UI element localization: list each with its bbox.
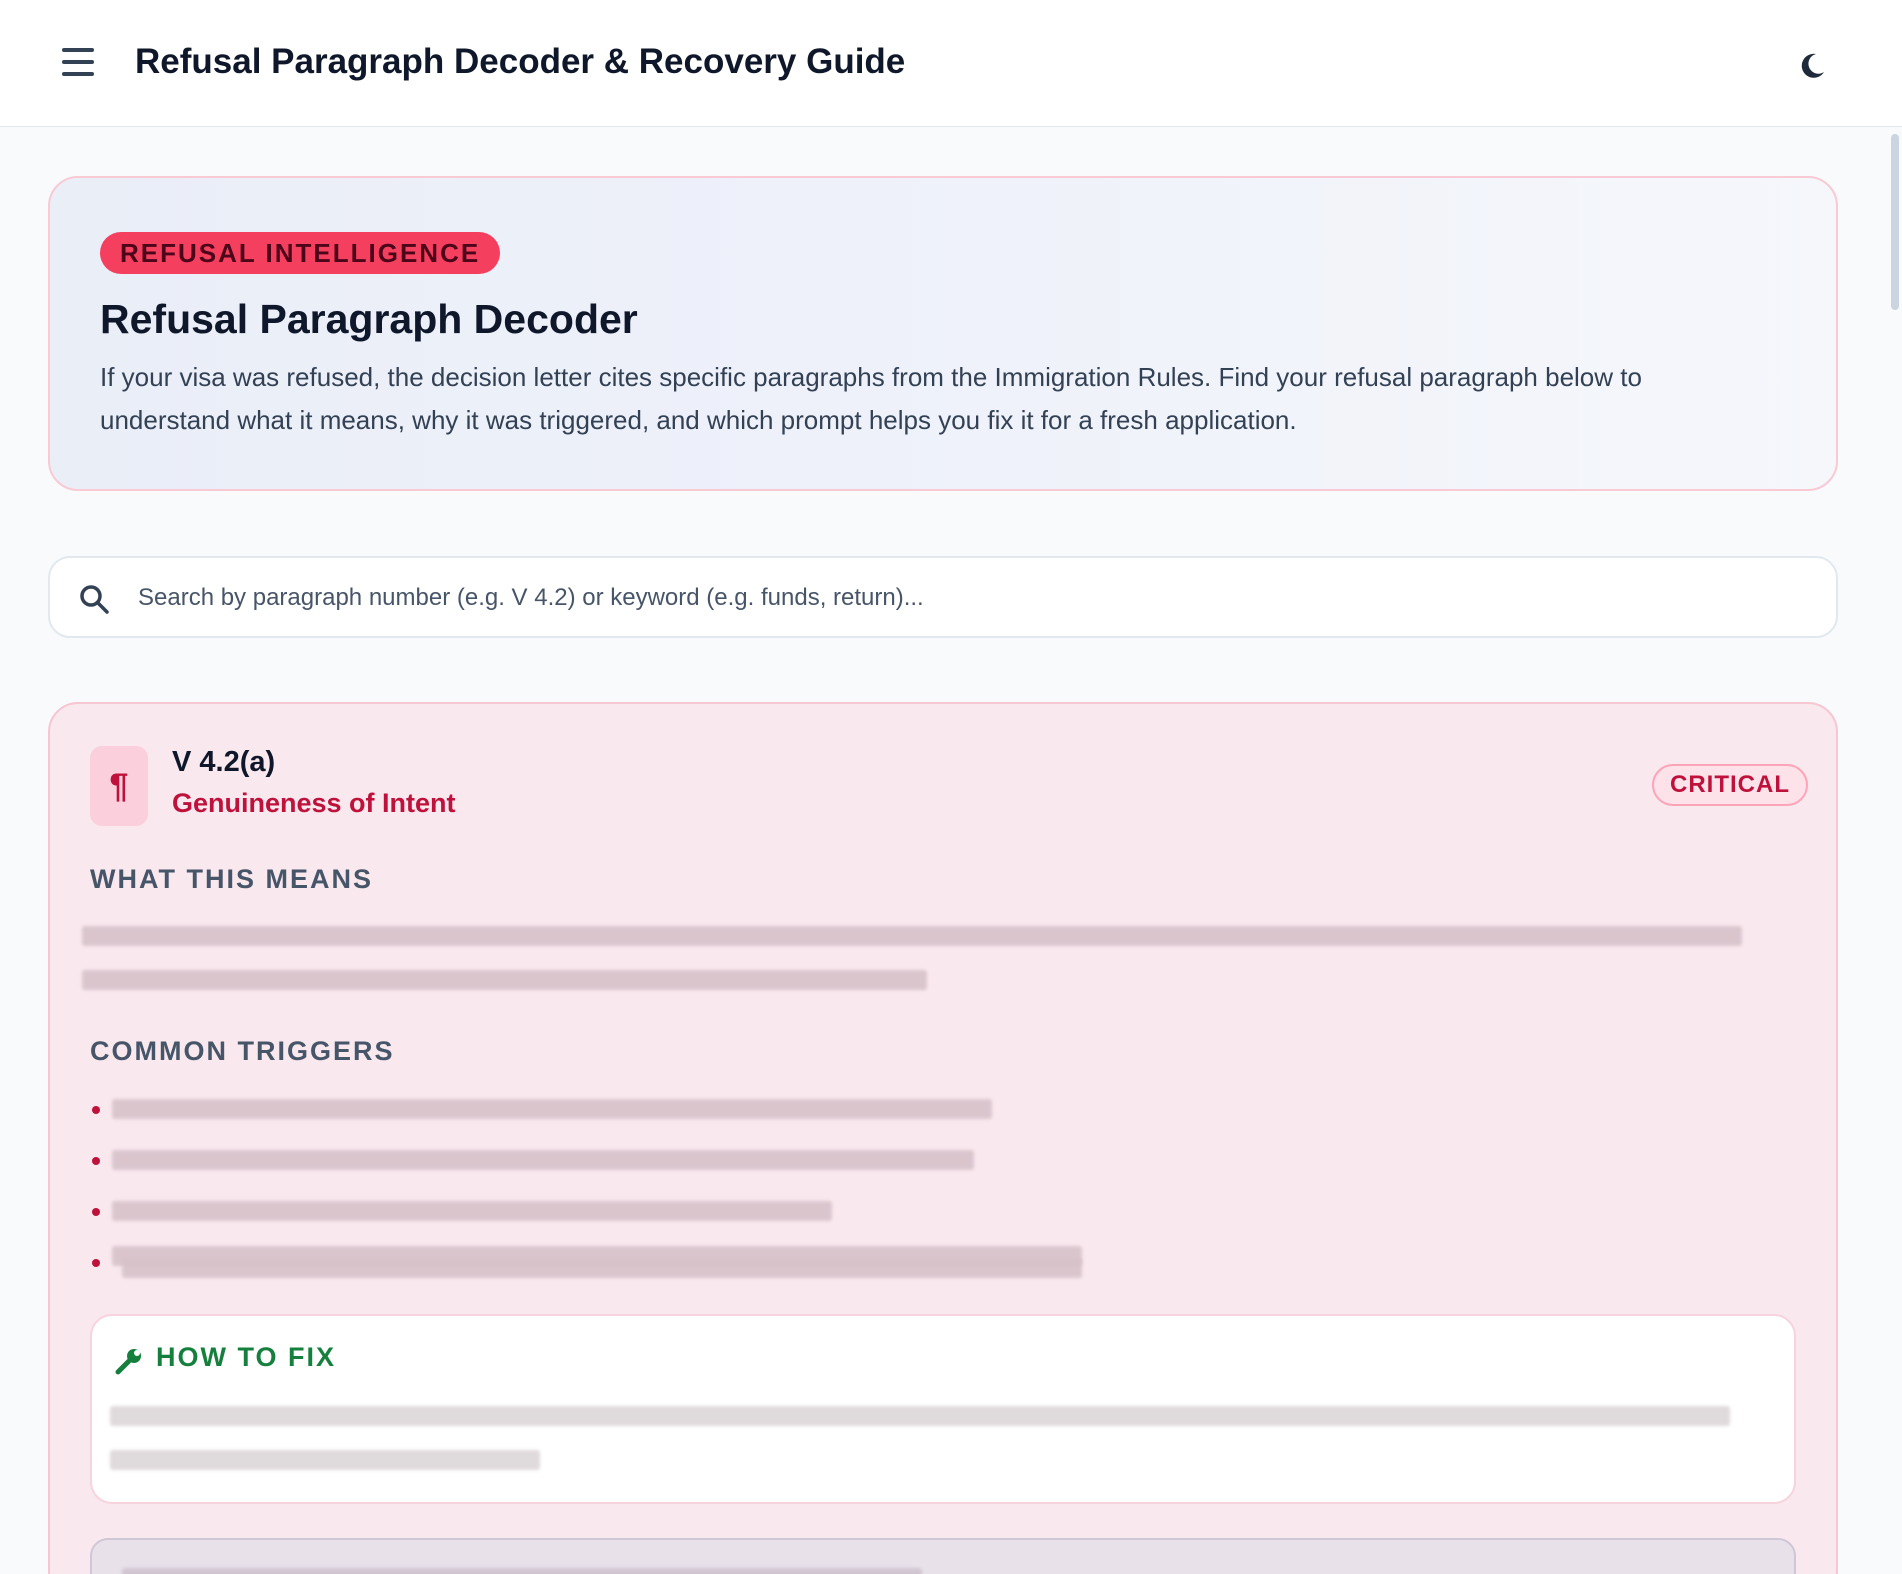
severity-badge: CRITICAL [1652,764,1808,806]
search-icon [78,583,110,615]
bullet-marker [92,1208,100,1216]
paragraph-code: V 4.2(a) [172,746,276,778]
bullet-marker [92,1157,100,1165]
redacted-text [122,1258,1082,1278]
redacted-text [122,1568,922,1574]
hero-banner: REFUSAL INTELLIGENCE Refusal Paragraph D… [48,176,1838,491]
redacted-text [82,970,927,990]
related-prompt-panel[interactable] [90,1538,1796,1574]
refusal-paragraph-card[interactable]: ¶ V 4.2(a) Genuineness of Intent CRITICA… [48,702,1838,1574]
how-to-fix-heading: HOW TO FIX [156,1342,336,1372]
redacted-text [112,1150,974,1170]
app-title: Refusal Paragraph Decoder & Recovery Gui… [135,42,906,81]
how-to-fix-panel: HOW TO FIX [90,1314,1796,1504]
triggers-heading: COMMON TRIGGERS [90,1036,395,1066]
page-description: If your visa was refused, the decision l… [100,362,1642,435]
redacted-text [112,1099,992,1119]
paragraph-icon: ¶ [90,746,148,826]
search-input[interactable] [138,570,1798,626]
meaning-heading: WHAT THIS MEANS [90,864,373,894]
bullet-marker [92,1259,100,1267]
redacted-text [110,1450,540,1470]
bullet-marker [92,1106,100,1114]
scrollbar-thumb[interactable] [1891,134,1899,310]
search-bar[interactable] [48,556,1838,638]
redacted-text [110,1406,1730,1426]
app-header: Refusal Paragraph Decoder & Recovery Gui… [0,0,1902,127]
menu-icon[interactable] [62,48,96,78]
page-title: Refusal Paragraph Decoder [100,296,638,342]
redacted-text [82,926,1742,946]
paragraph-name: Genuineness of Intent [172,788,456,818]
category-badge: REFUSAL INTELLIGENCE [100,232,501,274]
redacted-text [112,1201,832,1221]
wrench-icon [114,1346,144,1376]
moon-icon[interactable] [1796,50,1828,82]
scrollbar-track[interactable] [1888,128,1902,1574]
